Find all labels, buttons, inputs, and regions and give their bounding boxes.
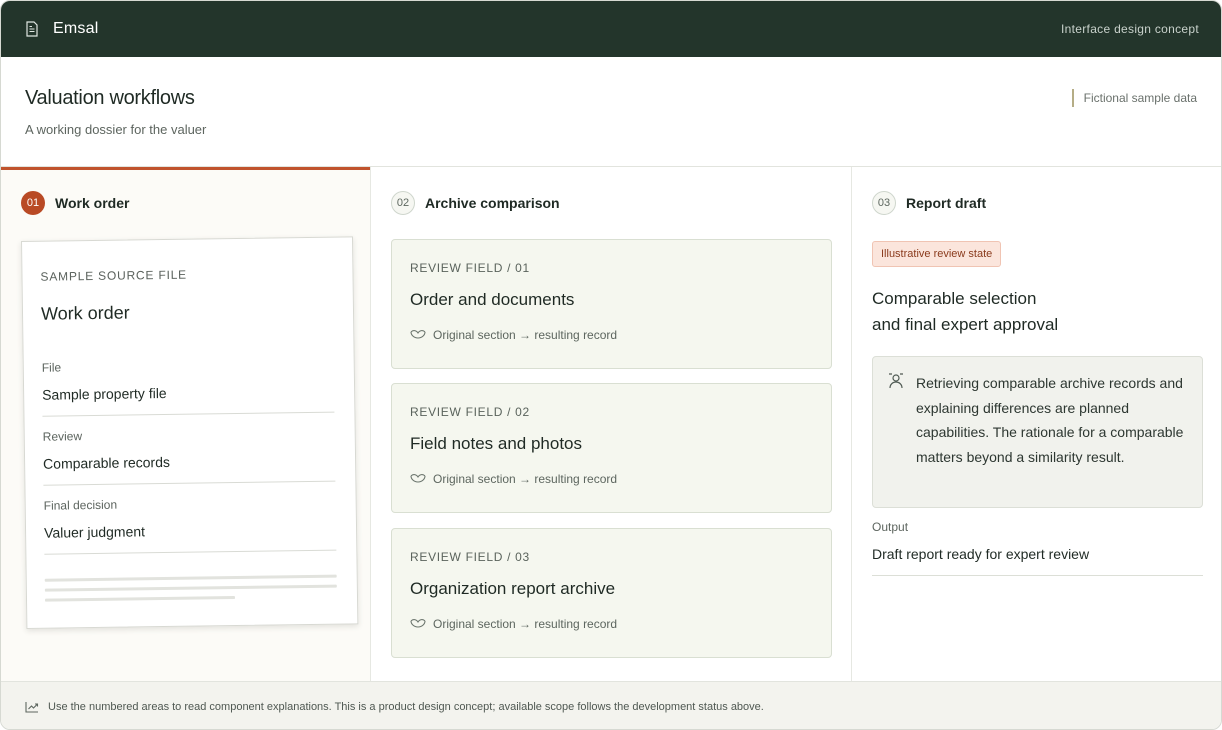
footer-bar: Use the numbered areas to read component…: [1, 681, 1221, 729]
page-subtitle: A working dossier for the valuer: [25, 122, 207, 137]
review-field-title: Field notes and photos: [410, 434, 583, 453]
step-number: 01: [21, 191, 45, 215]
field-value: Valuer judgment: [43, 523, 146, 541]
document-field: Review Comparable records: [42, 425, 336, 486]
link-text: Original section → resulting record: [433, 472, 618, 486]
review-field-link[interactable]: Original section → resulting record: [410, 472, 813, 486]
review-field-card[interactable]: REVIEW FIELD / 03 Organization report ar…: [391, 528, 832, 658]
brand-name[interactable]: Emsal: [53, 20, 98, 38]
column-label: Report draft: [906, 195, 987, 211]
link-text: Original section → resulting record: [433, 617, 618, 631]
field-value: Sample property file: [42, 384, 167, 403]
active-indicator: [1, 167, 370, 170]
link-icon: [410, 474, 426, 483]
step-number: 03: [872, 191, 896, 215]
review-state-badge: Illustrative review state: [872, 241, 1002, 267]
page-title: Valuation workflows: [25, 87, 195, 109]
review-field-number: REVIEW FIELD / 02: [410, 405, 530, 419]
review-field-link[interactable]: Original section → resulting record: [410, 617, 813, 631]
output-section: Output Draft report ready for expert rev…: [872, 520, 1203, 576]
placeholder-lines: [44, 574, 337, 602]
field-label: Final decision: [43, 497, 118, 513]
review-field-card[interactable]: REVIEW FIELD / 02 Field notes and photos…: [391, 383, 832, 513]
column-label: Work order: [55, 195, 130, 211]
link-icon: [410, 619, 426, 628]
column-header[interactable]: 03 Report draft: [872, 191, 986, 215]
column-header[interactable]: 02 Archive comparison: [391, 191, 560, 215]
review-field-number: REVIEW FIELD / 01: [410, 261, 530, 275]
person-icon: [889, 373, 903, 389]
sample-data-tag: Fictional sample data: [1071, 89, 1197, 107]
work-order-document: SAMPLE SOURCE FILE Work order File Sampl…: [21, 236, 359, 629]
document-field: File Sample property file: [41, 356, 335, 417]
link-icon: [410, 330, 426, 339]
output-value: Draft report ready for expert review: [872, 546, 1203, 576]
note-text: Retrieving comparable archive records an…: [916, 375, 1184, 465]
document-icon: [26, 21, 38, 37]
footer-text: Use the numbered areas to read component…: [48, 700, 764, 713]
field-label: File: [41, 360, 62, 375]
archive-comparison-column[interactable]: 02 Archive comparison REVIEW FIELD / 01 …: [371, 167, 852, 681]
capability-note: Retrieving comparable archive records an…: [872, 356, 1203, 508]
output-label: Output: [872, 520, 909, 534]
step-number: 02: [391, 191, 415, 215]
field-label: Review: [42, 429, 83, 444]
trend-chart-icon: [25, 701, 39, 713]
review-field-number: REVIEW FIELD / 03: [410, 550, 530, 564]
column-label: Archive comparison: [425, 195, 560, 211]
link-text: Original section → resulting record: [433, 328, 618, 342]
review-field-card[interactable]: REVIEW FIELD / 01 Order and documents Or…: [391, 239, 832, 369]
document-field: Final decision Valuer judgment: [43, 494, 337, 555]
column-header[interactable]: 01 Work order: [21, 191, 129, 215]
document-eyebrow: SAMPLE SOURCE FILE: [40, 267, 188, 284]
report-draft-column[interactable]: 03 Report draft Illustrative review stat…: [852, 167, 1221, 681]
review-field-title: Order and documents: [410, 290, 575, 309]
work-order-column[interactable]: 01 Work order SAMPLE SOURCE FILE Work or…: [1, 167, 371, 681]
page-header: Valuation workflows A working dossier fo…: [1, 57, 1221, 167]
concept-label: Interface design concept: [1061, 22, 1199, 36]
review-field-link[interactable]: Original section → resulting record: [410, 328, 813, 342]
document-title: Work order: [40, 302, 130, 324]
field-value: Comparable records: [43, 453, 171, 472]
app-window: Emsal Interface design concept Valuation…: [0, 0, 1222, 730]
top-bar: Emsal Interface design concept: [1, 1, 1221, 57]
review-field-title: Organization report archive: [410, 579, 616, 598]
report-title: Comparable selection and final expert ap…: [872, 286, 1192, 338]
report-title-line: and final expert approval: [872, 315, 1059, 334]
report-title-line: Comparable selection: [872, 289, 1037, 308]
